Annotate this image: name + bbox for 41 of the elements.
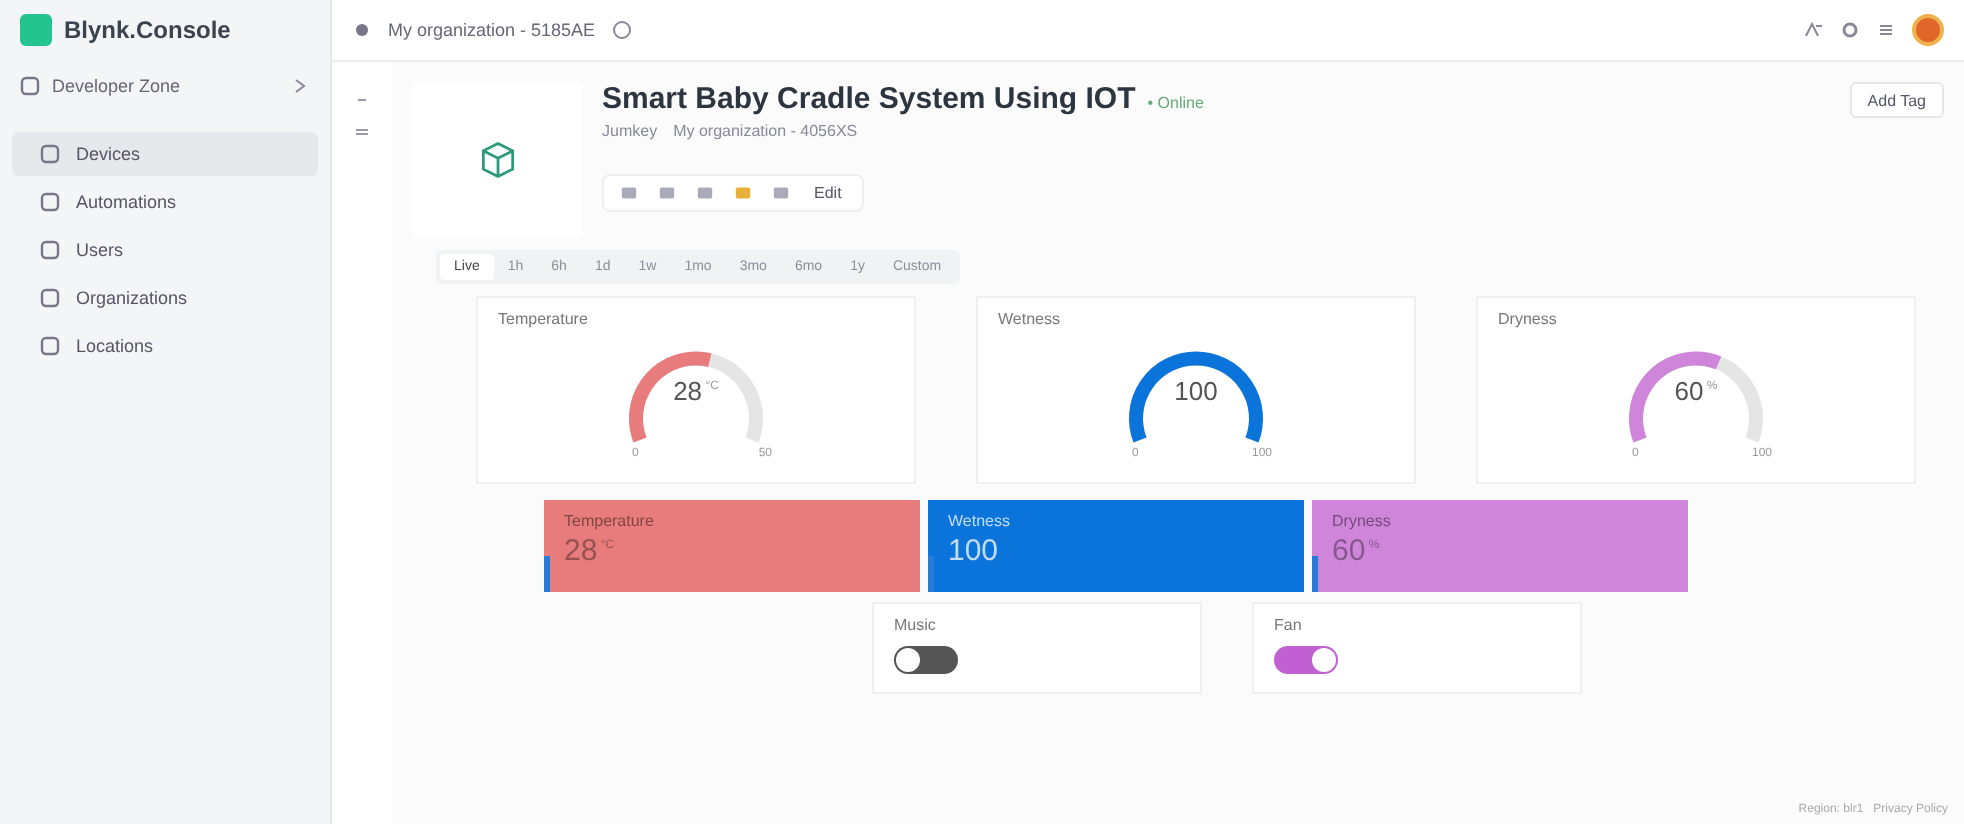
- nav-icon: [40, 144, 60, 164]
- sidebar-item[interactable]: Devices: [12, 132, 318, 176]
- avatar[interactable]: [1912, 14, 1944, 46]
- switch-label: Music: [894, 616, 938, 634]
- value-display: Wetness 100: [928, 500, 1304, 592]
- value-display: Dryness 60$^{%}$: [1312, 500, 1688, 592]
- developer-zone[interactable]: Developer Zone: [52, 76, 278, 96]
- gauge-value: 28$^{°C}$: [671, 376, 721, 406]
- brand-name: Blynk.Console: [64, 16, 231, 44]
- nav-icon: [40, 288, 60, 308]
- menu-icon[interactable]: [1876, 20, 1896, 40]
- value-display: Temperature 28$^{°C}$: [544, 500, 920, 592]
- organization-selector[interactable]: My organization - 5185AE: [388, 20, 596, 40]
- logo-icon: [20, 14, 52, 46]
- device-title: Smart Baby Cradle System Using IOT: [602, 82, 1136, 116]
- nav-icon: [40, 240, 60, 260]
- device-organization[interactable]: My organization - 4056XS: [673, 122, 858, 140]
- toggle-switch[interactable]: [894, 646, 958, 674]
- switch-label: Fan: [1274, 616, 1304, 634]
- nav-icon: [40, 336, 60, 356]
- gauge-label: Dryness: [1498, 310, 1559, 328]
- sidebar-item[interactable]: Users: [12, 228, 318, 272]
- nav-icon: [40, 192, 60, 212]
- gauge-label: Temperature: [498, 310, 590, 328]
- org-icon: [352, 20, 372, 40]
- edit-button[interactable]: Edit: [810, 184, 846, 202]
- sidebar-item[interactable]: Automations: [12, 180, 318, 224]
- add-tag-button[interactable]: Add Tag: [1849, 82, 1944, 118]
- gauge-dial: [1129, 351, 1263, 443]
- gauge-dial: [1629, 351, 1763, 443]
- sidebar-item[interactable]: Organizations: [12, 276, 318, 320]
- toggle-switch[interactable]: [1274, 646, 1338, 674]
- device-status: • Online: [1147, 94, 1204, 112]
- sidebar-item[interactable]: Locations: [12, 324, 318, 368]
- gauge-value: 60$^{%}$: [1672, 376, 1720, 406]
- gauge-value: 100: [1172, 376, 1220, 406]
- device-owner[interactable]: Jumkey: [602, 122, 658, 140]
- zone-icon: [20, 76, 40, 96]
- chevron-icon: [290, 76, 310, 96]
- gauge-dial: [629, 351, 763, 443]
- gauge-label: Wetness: [998, 310, 1062, 328]
